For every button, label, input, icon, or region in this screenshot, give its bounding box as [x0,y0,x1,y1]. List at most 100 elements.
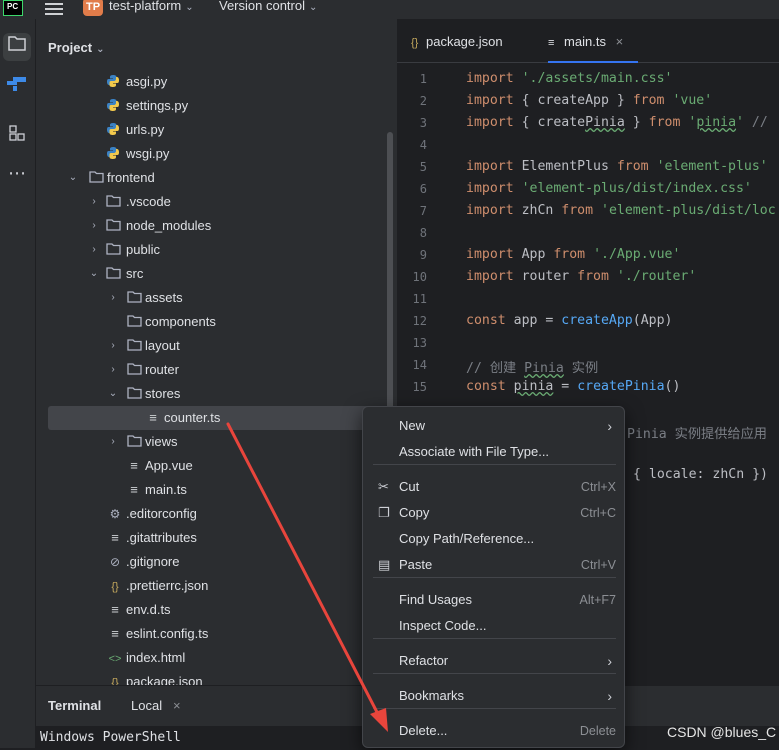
tree-item[interactable]: ≡ main.ts [36,478,397,502]
close-icon[interactable]: × [616,34,624,49]
menu-item-copy-path-reference[interactable]: Copy Path/Reference... [373,526,616,552]
tree-item-label: .editorconfig [126,506,197,521]
project-name: test-platform [109,0,182,13]
code-line: import router from './router' [466,269,697,284]
tree-item[interactable]: {} .prettierrc.json [36,574,397,598]
watermark: CSDN @blues_C [667,724,777,740]
menu-item-associate-with-file-type[interactable]: Associate with File Type... [373,439,616,465]
line-number: 6 [419,182,427,196]
line-number: 10 [412,270,427,284]
menu-item-label: Copy [399,505,430,520]
tab-label: main.ts [564,34,606,49]
tab-label: package.json [425,34,503,49]
tree-item[interactable]: › .vscode [36,190,397,214]
tree-item[interactable]: › layout [36,334,397,358]
plugins-icon[interactable] [3,123,31,151]
python-file-icon [105,74,121,90]
tree-item[interactable]: settings.py [36,94,397,118]
tab-main-ts[interactable]: ≡ main.ts × [548,34,638,63]
scissors-icon: ✂ [378,479,389,494]
tree-item[interactable]: ≡ .gitattributes [36,526,397,550]
menu-item-refactor[interactable]: Refactor › [373,648,616,674]
tree-item-label: eslint.config.ts [126,626,209,641]
folder-icon [126,290,142,306]
tree-item[interactable]: › router [36,358,397,382]
line-number: 8 [419,226,427,240]
chevron-right-icon[interactable]: › [107,358,119,382]
tree-item[interactable]: › views [36,430,397,454]
project-panel: Project ⌄ asgi.py settings.py urls.py wsgi.p… [36,19,397,689]
tree-item-label: .vscode [126,194,171,209]
copy-icon: ❐ [378,505,390,520]
code-line: const pinia = createPinia() [466,379,681,394]
menu-item-find-usages[interactable]: Find Usages Alt+F7 [373,587,616,613]
main-menu-icon[interactable] [45,0,63,15]
ts-file-icon: ≡ [111,626,119,641]
menu-shortcut: Ctrl+C [580,506,616,520]
tree-item[interactable]: ⌄ frontend [36,166,397,190]
menu-item-label: Associate with File Type... [399,444,550,459]
tree-item[interactable]: ≡ env.d.ts [36,598,397,622]
code-line: import zhCn from 'element-plus/dist/loc [466,203,776,218]
tree-item[interactable]: wsgi.py [36,142,397,166]
chevron-right-icon[interactable]: › [88,190,100,214]
menu-item-bookmarks[interactable]: Bookmarks › [373,683,616,709]
close-icon[interactable]: × [173,698,181,713]
tree-item-label: .prettierrc.json [126,578,209,593]
project-panel-title[interactable]: Project ⌄ [48,40,104,55]
chevron-right-icon: › [607,418,612,434]
code-line: import { createApp } from 'vue' [466,93,713,108]
tree-item-label: wsgi.py [126,146,170,161]
more-icon[interactable]: ⋯ [3,164,31,192]
tree-item[interactable]: ≡ eslint.config.ts [36,622,397,646]
chevron-down-icon[interactable]: ⌄ [67,166,79,190]
menu-item-label: New [399,418,426,433]
line-number: 11 [412,292,427,306]
chevron-right-icon[interactable]: › [107,334,119,358]
tree-item-label: views [145,434,178,449]
project-tool-icon[interactable] [3,33,31,61]
vcs-menu[interactable]: Version control ⌄ [219,0,317,13]
chevron-right-icon[interactable]: › [88,214,100,238]
folder-icon [126,386,142,402]
chevron-right-icon[interactable]: › [107,430,119,454]
code-line: import { createPinia } from 'pinia' // [466,115,768,130]
tree-item[interactable]: ⌄ stores [36,382,397,406]
tree-item[interactable]: ⌄ src [36,262,397,286]
menu-shortcut: Alt+F7 [579,593,616,607]
tree-item[interactable]: asgi.py [36,70,397,94]
chevron-right-icon[interactable]: › [88,238,100,262]
folder-icon [88,170,104,186]
structure-icon[interactable] [3,73,31,101]
menu-item-inspect-code[interactable]: Inspect Code... [373,613,616,639]
menu-item-delete[interactable]: Delete... Delete [373,718,616,744]
line-number: 15 [412,380,427,394]
chevron-right-icon: › [607,688,612,704]
tree-item[interactable]: › public [36,238,397,262]
menu-item-paste[interactable]: ▤ Paste Ctrl+V [373,552,616,578]
tree-item[interactable]: ≡ counter.ts [48,406,372,430]
line-number: 5 [419,160,427,174]
menu-item-copy[interactable]: ❐ Copy Ctrl+C [373,500,616,526]
line-number: 2 [419,94,427,108]
tree-item[interactable]: ⊘ .gitignore [36,550,397,574]
tab-package-json[interactable]: {} package.json [411,34,503,63]
tree-item[interactable]: urls.py [36,118,397,142]
tree-item[interactable]: › assets [36,286,397,310]
terminal-tab-local[interactable]: Local [131,698,162,713]
chevron-down-icon[interactable]: ⌄ [107,382,119,406]
context-menu: New › Associate with File Type... ✂ Cut Ctrl+… [362,406,625,748]
menu-item-cut[interactable]: ✂ Cut Ctrl+X [373,474,616,500]
chevron-right-icon[interactable]: › [107,286,119,310]
tree-item[interactable]: components [36,310,397,334]
project-switcher[interactable]: test-platform ⌄ [109,0,194,13]
project-badge[interactable]: TP [83,0,103,16]
chevron-down-icon[interactable]: ⌄ [88,262,100,286]
ignore-file-icon: ⊘ [109,555,121,569]
tree-item[interactable]: <> index.html [36,646,397,670]
menu-item-new[interactable]: New › [373,413,616,439]
tree-item[interactable]: ≡ App.vue [36,454,397,478]
tree-item[interactable]: ⚙ .editorconfig [36,502,397,526]
line-number: 12 [412,314,427,328]
tree-item[interactable]: › node_modules [36,214,397,238]
